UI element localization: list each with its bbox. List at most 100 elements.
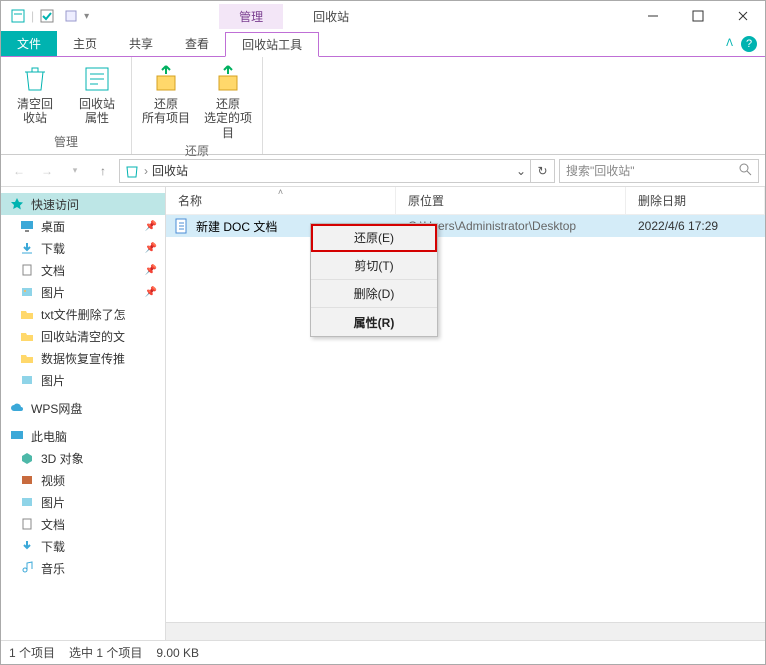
file-rows[interactable]: 新建 DOC 文档 C:\Users\Administrator\Desktop… [166, 215, 765, 622]
contextual-tab-label: 管理 [219, 4, 283, 29]
pictures-icon [19, 284, 35, 300]
pin-icon: 📌 [145, 221, 157, 232]
sidebar-item-folder[interactable]: 数据恢复宣传推 [1, 347, 165, 369]
star-icon [9, 196, 25, 212]
restore-selected-label: 还原 选定的项目 [200, 97, 256, 140]
tab-home[interactable]: 主页 [57, 31, 113, 56]
document-icon [19, 262, 35, 278]
pin-icon: 📌 [145, 243, 157, 254]
properties-icon[interactable] [60, 5, 82, 27]
video-icon [19, 472, 35, 488]
restore-all-items-button[interactable]: 还原 所有项目 [138, 61, 194, 140]
maximize-button[interactable] [675, 2, 720, 30]
sidebar-item-documents[interactable]: 文档 [1, 513, 165, 535]
restore-selected-icon [212, 63, 244, 95]
restore-selected-items-button[interactable]: 还原 选定的项目 [200, 61, 256, 140]
checkbox-checked-icon[interactable] [36, 5, 58, 27]
history-dropdown-icon[interactable]: ▾ [63, 159, 87, 183]
column-header-location[interactable]: 原位置 [396, 187, 626, 214]
context-menu-delete[interactable]: 删除(D) [311, 280, 437, 308]
pin-icon: 📌 [145, 265, 157, 276]
table-row[interactable]: 新建 DOC 文档 C:\Users\Administrator\Desktop… [166, 215, 765, 237]
qat-separator: | [31, 9, 34, 23]
navigation-bar: ← → ▾ ↑ › 回收站 ⌄ ↻ 搜索"回收站" [1, 155, 765, 187]
file-deleted-date: 2022/4/6 17:29 [626, 219, 765, 233]
file-list-pane: ˄ 名称 原位置 删除日期 新建 DOC 文档 C:\Users\Adminis… [166, 187, 765, 640]
sidebar-item-downloads[interactable]: 下载 [1, 535, 165, 557]
tab-file[interactable]: 文件 [1, 31, 57, 56]
content-area: 快速访问 桌面 📌 下载 📌 文档 📌 图片 📌 txt文件删除了怎 [1, 187, 765, 640]
address-dropdown-icon[interactable]: ⌄ [516, 164, 526, 178]
navigation-pane: 快速访问 桌面 📌 下载 📌 文档 📌 图片 📌 txt文件删除了怎 [1, 187, 166, 640]
up-button[interactable]: ↑ [91, 159, 115, 183]
sidebar-item-pictures[interactable]: 图片 [1, 491, 165, 513]
search-icon[interactable] [738, 162, 752, 179]
status-selected-count: 选中 1 个项目 [69, 644, 142, 661]
folder-icon [19, 350, 35, 366]
sidebar-item-videos[interactable]: 视频 [1, 469, 165, 491]
desktop-icon [19, 218, 35, 234]
context-menu: 还原(E) 剪切(T) 删除(D) 属性(R) [310, 223, 438, 337]
sidebar-item-desktop[interactable]: 桌面 📌 [1, 215, 165, 237]
context-menu-restore[interactable]: 还原(E) [311, 224, 437, 252]
tab-view[interactable]: 查看 [169, 31, 225, 56]
empty-recycle-bin-button[interactable]: 清空回 收站 [7, 61, 63, 131]
sidebar-item-folder[interactable]: 回收站清空的文 [1, 325, 165, 347]
sort-indicator-icon: ˄ [278, 187, 283, 197]
breadcrumb[interactable]: 回收站 [152, 162, 188, 179]
window-controls [630, 2, 765, 30]
pin-icon: 📌 [145, 287, 157, 298]
pictures-icon [19, 372, 35, 388]
minimize-button[interactable] [630, 2, 675, 30]
context-menu-properties[interactable]: 属性(R) [311, 308, 437, 336]
sidebar-item-this-pc[interactable]: 此电脑 [1, 425, 165, 447]
ribbon-group-restore: 还原 所有项目 还原 选定的项目 还原 [132, 57, 263, 154]
tab-recycle-bin-tools[interactable]: 回收站工具 [225, 32, 319, 57]
doc-file-icon [174, 218, 190, 234]
help-icon[interactable]: ? [741, 36, 757, 52]
folder-icon [19, 306, 35, 322]
ribbon-group-label: 管理 [7, 131, 125, 152]
sidebar-item-wps[interactable]: WPS网盘 [1, 397, 165, 419]
sidebar-item-quick-access[interactable]: 快速访问 [1, 193, 165, 215]
collapse-ribbon-icon[interactable]: ᐱ [726, 38, 733, 49]
sidebar-item-downloads[interactable]: 下载 📌 [1, 237, 165, 259]
sidebar-item-3d-objects[interactable]: 3D 对象 [1, 447, 165, 469]
qat-dropdown-icon[interactable]: ▾ [84, 11, 89, 22]
column-header-name[interactable]: ˄ 名称 [166, 187, 396, 214]
column-headers: ˄ 名称 原位置 删除日期 [166, 187, 765, 215]
restore-all-label: 还原 所有项目 [142, 97, 190, 126]
music-icon [19, 560, 35, 576]
recycle-bin-properties-button[interactable]: 回收站 属性 [69, 61, 125, 131]
bin-props-label: 回收站 属性 [79, 97, 115, 126]
back-button[interactable]: ← [7, 159, 31, 183]
tab-share[interactable]: 共享 [113, 31, 169, 56]
cloud-icon [9, 400, 25, 416]
cube-icon [19, 450, 35, 466]
sidebar-item-pictures[interactable]: 图片 📌 [1, 281, 165, 303]
pictures-icon [19, 494, 35, 510]
chevron-right-icon[interactable]: › [144, 164, 148, 178]
address-bar[interactable]: › 回收站 ⌄ [119, 159, 531, 183]
search-placeholder: 搜索"回收站" [566, 162, 635, 179]
download-icon [19, 538, 35, 554]
forward-button[interactable]: → [35, 159, 59, 183]
column-header-deleted[interactable]: 删除日期 [626, 187, 765, 214]
quick-access-toolbar: | ▾ [7, 5, 89, 27]
search-input[interactable]: 搜索"回收站" [559, 159, 759, 183]
recycle-bin-icon[interactable] [7, 5, 29, 27]
file-name: 新建 DOC 文档 [196, 218, 277, 235]
horizontal-scrollbar[interactable] [166, 622, 765, 640]
properties-icon [81, 63, 113, 95]
sidebar-item-folder[interactable]: txt文件删除了怎 [1, 303, 165, 325]
refresh-button[interactable]: ↻ [531, 159, 555, 183]
sidebar-item-music[interactable]: 音乐 [1, 557, 165, 579]
empty-bin-icon [19, 63, 51, 95]
folder-icon [19, 328, 35, 344]
empty-bin-label: 清空回 收站 [17, 97, 53, 126]
close-button[interactable] [720, 2, 765, 30]
sidebar-item-documents[interactable]: 文档 📌 [1, 259, 165, 281]
sidebar-item-pictures[interactable]: 图片 [1, 369, 165, 391]
pc-icon [9, 428, 25, 444]
context-menu-cut[interactable]: 剪切(T) [311, 252, 437, 280]
